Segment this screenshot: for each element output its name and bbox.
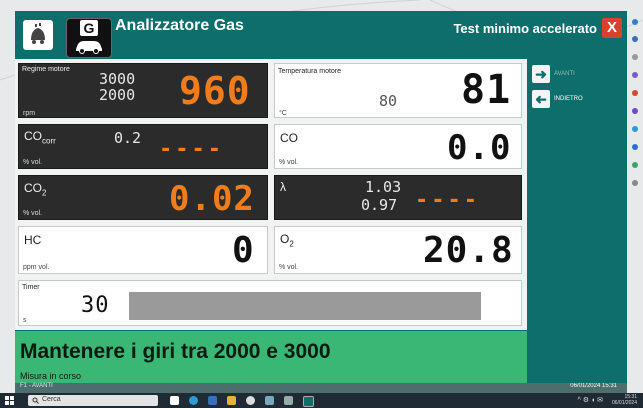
back-button-label: INDIETRO	[554, 96, 583, 102]
temperature-tile: Temperatura motore °C 80 81	[274, 63, 522, 118]
title-bar: G Analizzatore Gas Test minimo accelerat…	[15, 11, 627, 59]
rpm-target-high: 3000	[99, 70, 136, 88]
rpm-label: Regime motore	[22, 66, 70, 73]
add-icon[interactable]	[632, 180, 638, 186]
co-corr-label: COcorr	[24, 129, 56, 146]
timer-label: Timer	[22, 284, 40, 291]
hc-tile: HC ppm vol. 0	[18, 226, 268, 274]
co-corr-unit: % vol.	[23, 159, 43, 166]
rpm-unit: rpm	[23, 110, 36, 117]
gas-analyzer-car-icon: G	[66, 18, 112, 58]
lambda-tile: λ 1.03 0.97 ----	[274, 175, 522, 220]
rpm-tile: Regime motore rpm 3000 2000 960	[18, 63, 268, 118]
rpm-target-low: 2000	[99, 86, 136, 104]
app-icon[interactable]	[284, 396, 293, 405]
app-icon[interactable]	[265, 396, 274, 405]
co2-label: CO2	[24, 181, 47, 198]
system-tray: ^ ⚙ ◖ ✉	[577, 397, 604, 404]
close-button[interactable]: X	[602, 18, 622, 38]
lambda-range-high: 1.03	[365, 178, 402, 196]
temperature-unit: °C	[279, 110, 287, 117]
clock-date: 06/01/2024	[611, 400, 637, 406]
measurement-panel: Regime motore rpm 3000 2000 960 Temperat…	[15, 59, 527, 330]
forward-button[interactable]: ➜ AVANTI	[532, 65, 624, 85]
timer-tile: Timer s 30	[18, 280, 522, 326]
co-unit: % vol.	[279, 159, 299, 166]
temperature-value: 81	[461, 67, 512, 113]
lambda-value: ----	[415, 188, 480, 213]
co2-label-sub: 2	[42, 188, 47, 198]
folder-icon[interactable]	[227, 396, 236, 405]
forward-button-label: AVANTI	[554, 71, 575, 77]
gas-analyzer-window: G Analizzatore Gas Test minimo accelerat…	[15, 11, 627, 393]
app-title: Analizzatore Gas	[115, 17, 244, 34]
desktop-edge-icons	[628, 14, 643, 194]
edge-icon[interactable]	[189, 396, 198, 405]
search-icon[interactable]	[632, 54, 638, 60]
o2-value: 20.8	[423, 230, 514, 271]
instruction-panel: Mantenere i giri tra 2000 e 3000 Misura …	[15, 331, 527, 383]
timer-value: 30	[81, 293, 110, 318]
arrow-left-icon: ➜	[532, 90, 550, 108]
back-button[interactable]: ➜ INDIETRO	[532, 90, 624, 110]
clock[interactable]: 15:31 06/01/2024	[612, 394, 637, 406]
co2-unit: % vol.	[23, 210, 43, 217]
o2-tile: O2 % vol. 20.8	[274, 226, 522, 274]
o2-label-sub: 2	[289, 239, 294, 249]
lambda-range-low: 0.97	[361, 196, 398, 214]
hc-label: HC	[24, 233, 42, 247]
hc-value: 0	[232, 230, 255, 271]
g-icon-letter: G	[80, 20, 98, 36]
o2-label: O2	[280, 232, 294, 249]
app-icon[interactable]	[632, 108, 638, 114]
app-icon[interactable]	[632, 90, 638, 96]
temperature-reference: 80	[379, 92, 398, 110]
co-tile: CO % vol. 0.0	[274, 124, 522, 169]
timer-unit: s	[23, 317, 27, 324]
rpm-value: 960	[179, 69, 251, 113]
timer-progress-bar	[129, 292, 481, 320]
app-icon[interactable]	[632, 72, 638, 78]
arrow-right-icon: ➜	[532, 65, 550, 83]
temperature-label: Temperatura motore	[278, 68, 342, 75]
hc-unit: ppm vol.	[23, 264, 50, 271]
status-datetime: 06/01/2024 15:31	[570, 383, 617, 389]
app-logo-icon	[23, 20, 53, 50]
app-icon[interactable]	[632, 19, 638, 25]
app-icon[interactable]	[632, 36, 638, 42]
test-title: Test minimo accelerato	[453, 21, 597, 36]
windows-start-icon[interactable]	[5, 396, 14, 405]
co-corr-tile: COcorr % vol. 0.2 ----	[18, 124, 268, 169]
settings-icon[interactable]	[246, 396, 255, 405]
measurement-status: Misura in corso	[20, 371, 82, 381]
status-strip: F1 - AVANTI 06/01/2024 15:31	[15, 383, 627, 393]
co-label: CO	[280, 131, 298, 145]
search-placeholder: Cerca	[42, 396, 61, 403]
o2-unit: % vol.	[279, 264, 299, 271]
co-value: 0.0	[447, 128, 512, 168]
lambda-label: λ	[280, 180, 286, 194]
instruction-message: Mantenere i giri tra 2000 e 3000	[20, 340, 331, 363]
app-icon[interactable]	[632, 126, 638, 132]
app-icon[interactable]	[632, 144, 638, 150]
co2-value: 0.02	[169, 179, 255, 219]
gas-analyzer-taskbar-icon[interactable]	[303, 396, 314, 407]
function-key-hint: F1 - AVANTI	[20, 383, 53, 389]
co-corr-label-sub: corr	[42, 136, 56, 146]
store-icon[interactable]	[208, 396, 217, 405]
side-navigation: ➜ AVANTI ➜ INDIETRO	[527, 59, 627, 383]
app-icon[interactable]	[632, 162, 638, 168]
taskview-icon[interactable]	[170, 396, 179, 405]
co2-tile: CO2 % vol. 0.02	[18, 175, 268, 220]
search-icon	[32, 397, 39, 404]
co-corr-small-value: 0.2	[114, 129, 142, 147]
co-corr-value: ----	[159, 137, 224, 162]
taskbar: Cerca ^ ⚙ ◖ ✉ 15:31 06/01/2024	[0, 393, 643, 408]
taskbar-search[interactable]: Cerca	[28, 395, 158, 406]
